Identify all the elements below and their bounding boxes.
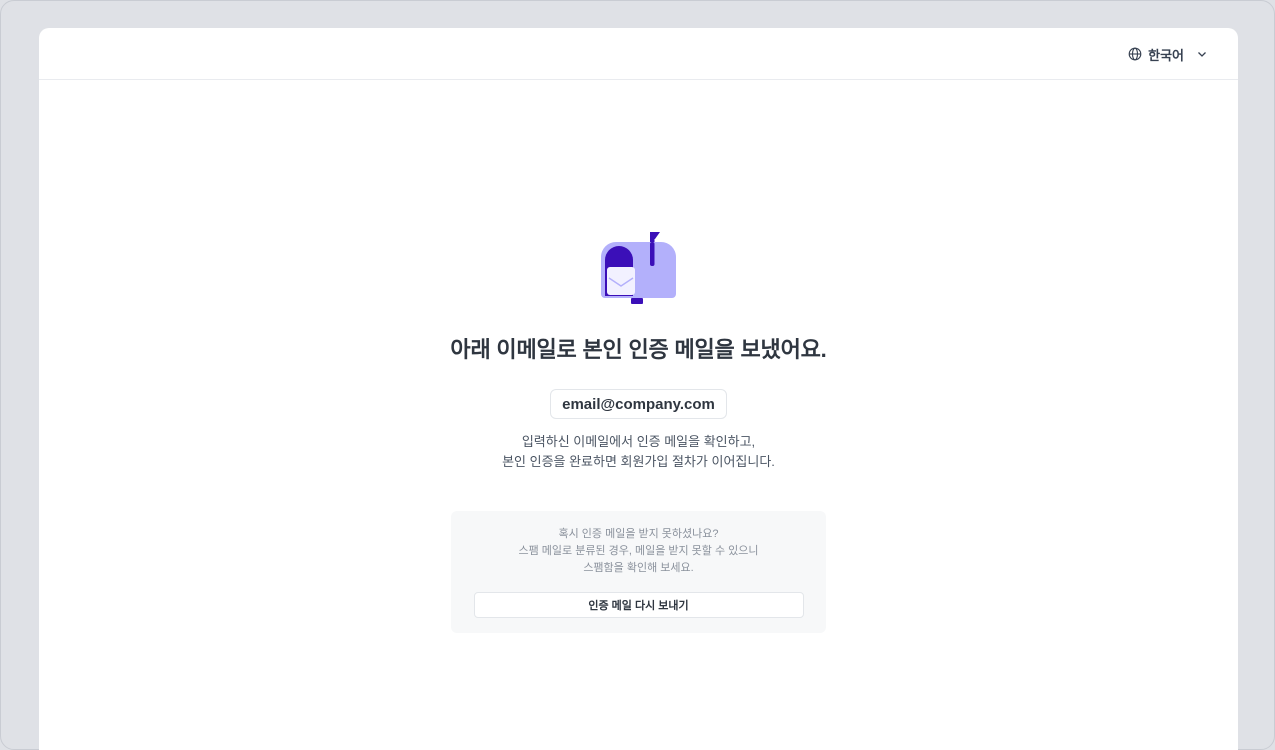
window-frame: 한국어 아래 이메일로 본인 인증 메일을 보냈어요. email@compan…	[0, 0, 1275, 750]
help-text-line: 혹시 인증 메일을 받지 못하셨나요?	[558, 528, 719, 540]
help-text-line: 스팸 메일로 분류된 경우, 메일을 받지 못할 수 있으니	[518, 545, 759, 557]
email-badge: email@company.com	[550, 389, 727, 419]
help-box: 혹시 인증 메일을 받지 못하셨나요? 스팸 메일로 분류된 경우, 메일을 받…	[451, 511, 826, 633]
help-text: 혹시 인증 메일을 받지 못하셨나요? 스팸 메일로 분류된 경우, 메일을 받…	[518, 526, 758, 577]
top-bar: 한국어	[39, 28, 1238, 80]
resend-email-button[interactable]: 인증 메일 다시 보내기	[473, 592, 804, 618]
chevron-down-icon	[1196, 48, 1208, 60]
description-line: 본인 인증을 완료하면 회원가입 절차가 이어집니다.	[502, 454, 775, 469]
language-label: 한국어	[1148, 47, 1184, 63]
description-line: 입력하신 이메일에서 인증 메일을 확인하고,	[521, 434, 756, 449]
page-title: 아래 이메일로 본인 인증 메일을 보냈어요.	[450, 337, 827, 362]
mailbox-icon	[599, 230, 679, 306]
signup-panel: 한국어 아래 이메일로 본인 인증 메일을 보냈어요. email@compan…	[39, 28, 1238, 750]
description: 입력하신 이메일에서 인증 메일을 확인하고, 본인 인증을 완료하면 회원가입…	[502, 432, 775, 472]
globe-icon	[1128, 47, 1142, 61]
verification-content: 아래 이메일로 본인 인증 메일을 보냈어요. email@company.co…	[39, 230, 1238, 633]
help-text-line: 스팸함을 확인해 보세요.	[583, 562, 694, 574]
language-selector[interactable]: 한국어	[1128, 44, 1208, 64]
